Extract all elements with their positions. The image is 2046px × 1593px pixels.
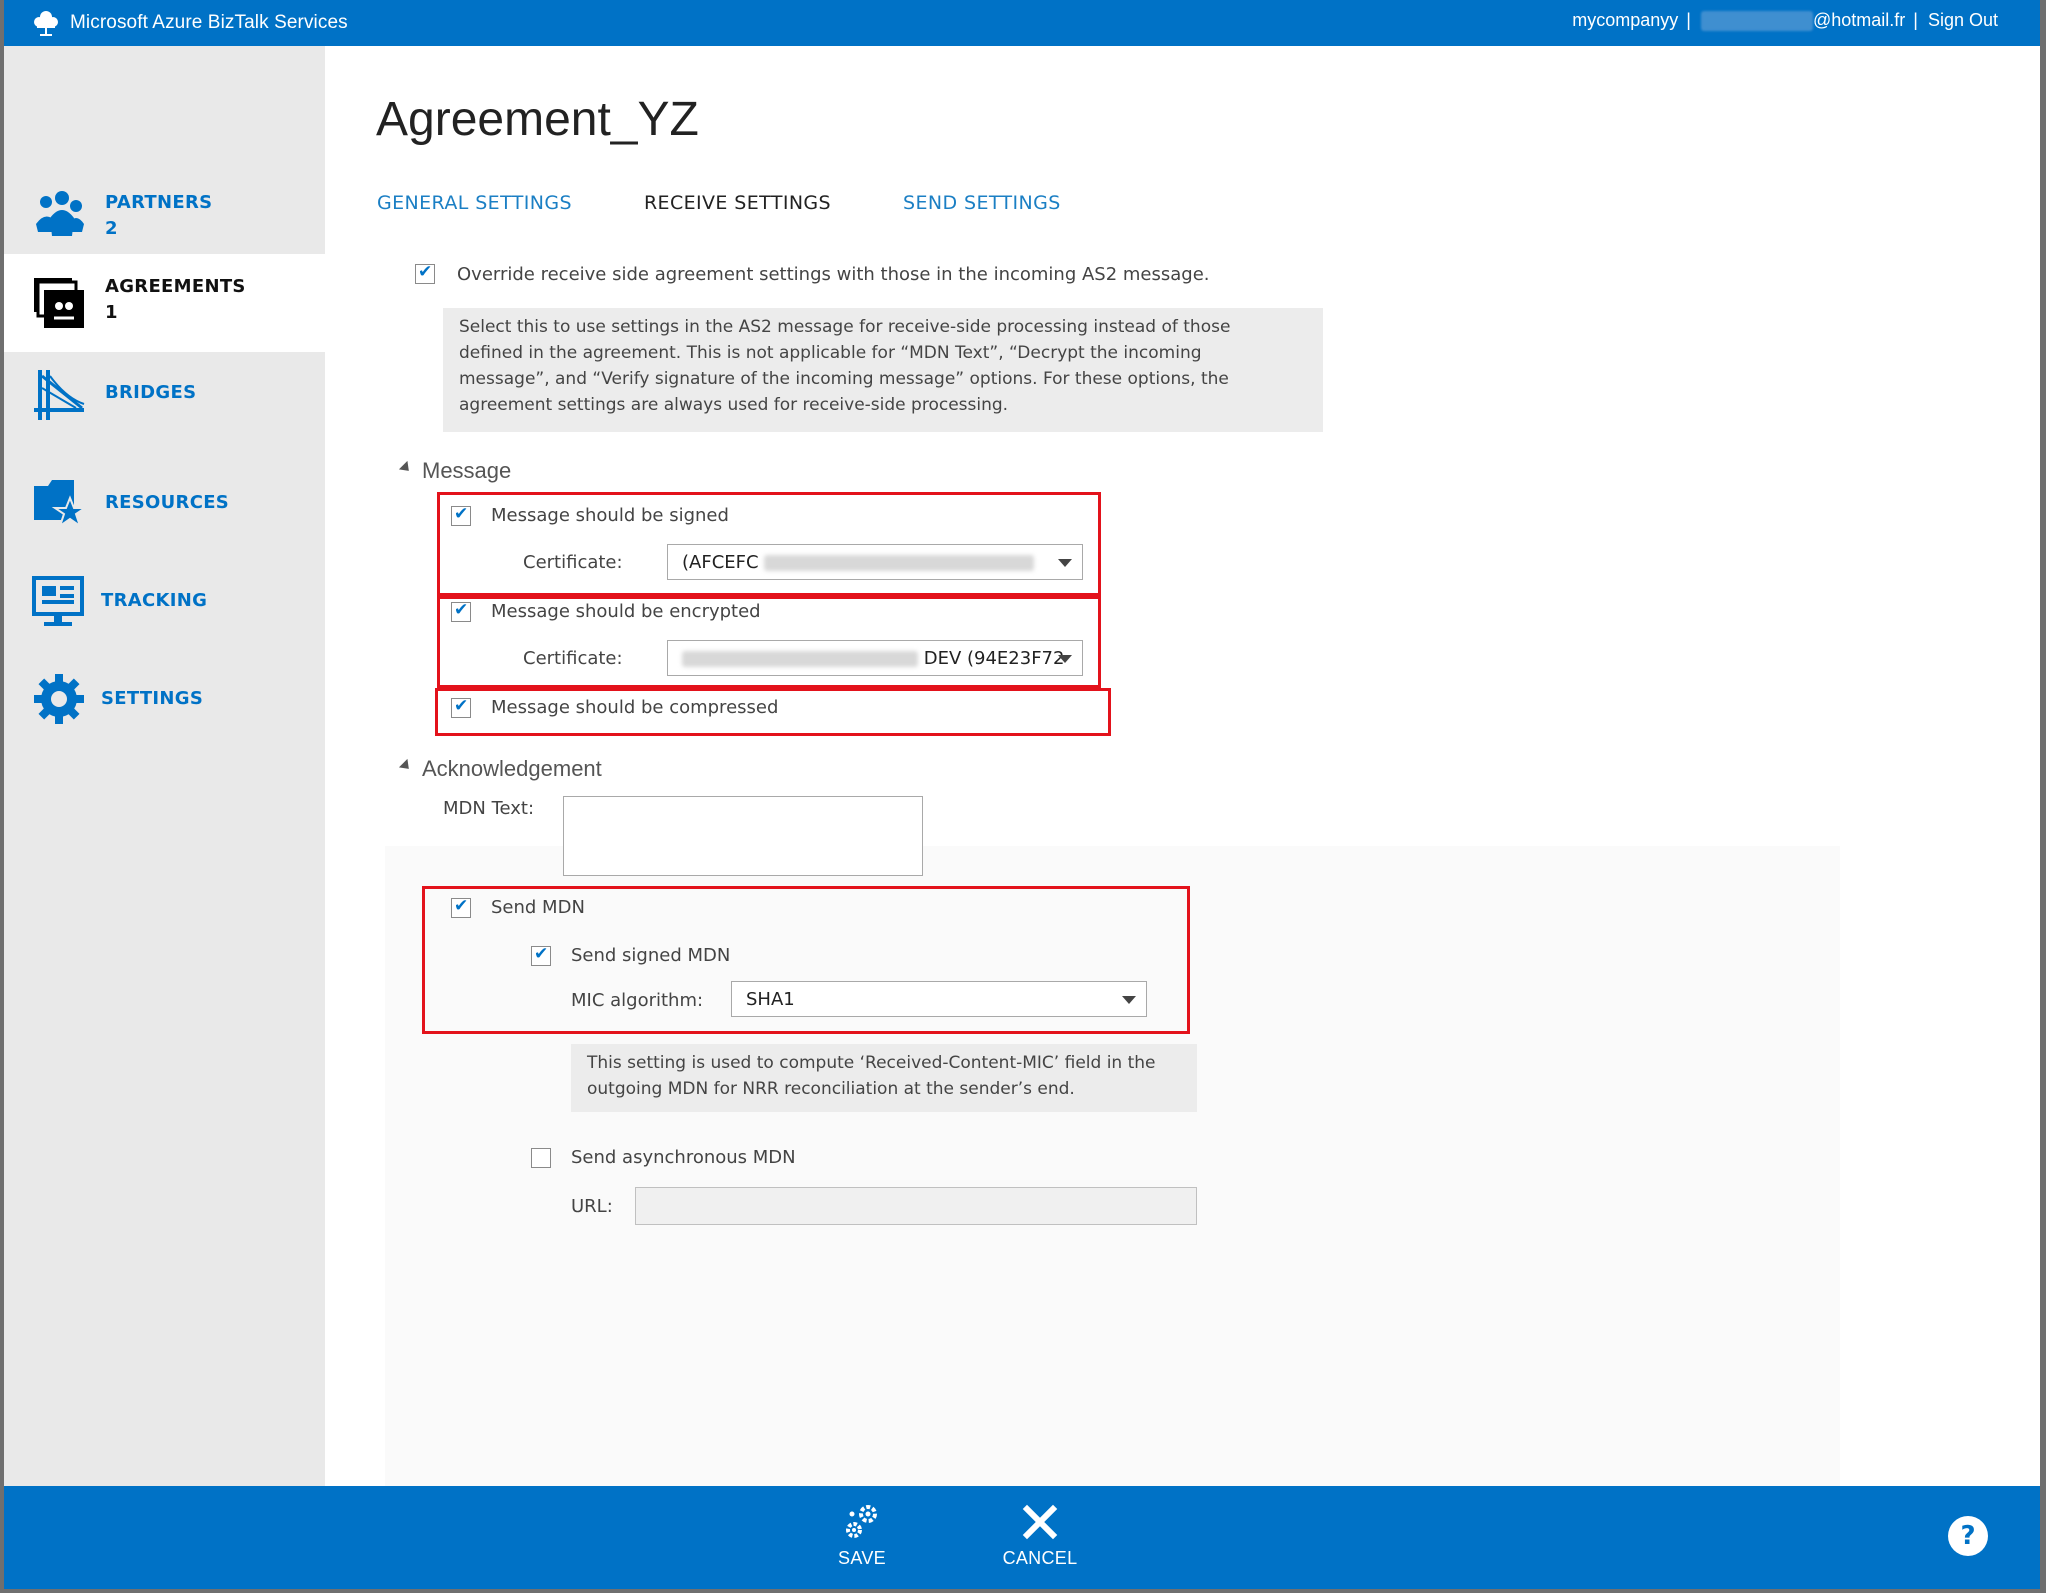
mic-info-line: outgoing MDN for NRR reconciliation at t… (587, 1079, 1075, 1099)
page-title: Agreement_YZ (376, 93, 699, 146)
mic-algorithm-select[interactable]: SHA1 (731, 981, 1147, 1017)
sign-out-link[interactable]: Sign Out (1928, 10, 1998, 31)
tab-general-settings[interactable]: GENERAL SETTINGS (377, 192, 572, 214)
sidebar-item-resources[interactable]: RESOURCES (4, 462, 325, 560)
save-gears-icon (846, 1505, 877, 1538)
account-separator: | (1686, 10, 1691, 30)
top-bar: Microsoft Azure BizTalk Services mycompa… (4, 0, 2040, 46)
override-info-line: message”, and “Verify signature of the i… (459, 369, 1229, 389)
sidebar-item-label: RESOURCES (105, 492, 230, 513)
tab-send-settings[interactable]: SEND SETTINGS (903, 192, 1061, 214)
message-signed-checkbox[interactable] (451, 504, 471, 526)
mic-algorithm-value: SHA1 (746, 989, 795, 1010)
message-encrypted-checkbox[interactable] (451, 600, 471, 622)
signed-certificate-value: (AFCEFC (682, 552, 759, 573)
partners-icon (36, 191, 84, 236)
app-window: Microsoft Azure BizTalk Services mycompa… (4, 0, 2040, 1589)
save-button[interactable]: SAVE (802, 1504, 922, 1569)
mdn-text-input[interactable] (563, 796, 923, 876)
mic-info-box: This setting is used to compute ‘Receive… (571, 1044, 1197, 1112)
chevron-down-icon (1122, 996, 1136, 1004)
collapse-triangle-icon[interactable] (398, 758, 414, 774)
acknowledgement-section-title[interactable]: Acknowledgement (422, 756, 602, 782)
send-signed-mdn-checkbox[interactable] (531, 944, 551, 966)
chevron-down-icon (1058, 559, 1072, 567)
account-name: mycompanyy (1572, 10, 1679, 30)
agreements-icon (34, 278, 84, 328)
redacted-text (764, 555, 1035, 571)
settings-tabs: GENERAL SETTINGS RECEIVE SETTINGS SEND S… (377, 192, 1133, 214)
azure-cloud-logo-icon (34, 11, 58, 36)
app-title: Microsoft Azure BizTalk Services (70, 12, 348, 33)
brand[interactable]: Microsoft Azure BizTalk Services (30, 8, 348, 38)
chevron-down-icon (1058, 655, 1072, 663)
override-info-line: agreement settings are always used for r… (459, 395, 1009, 415)
signed-certificate-label: Certificate: (523, 552, 623, 573)
override-info-line: Select this to use settings in the AS2 m… (459, 317, 1231, 337)
cancel-label: CANCEL (1002, 1548, 1078, 1568)
tracking-icon (32, 576, 84, 626)
cancel-button[interactable]: CANCEL (980, 1504, 1100, 1569)
settings-icon (34, 674, 84, 724)
tab-receive-settings[interactable]: RECEIVE SETTINGS (644, 192, 831, 214)
message-encrypted-label: Message should be encrypted (491, 601, 761, 622)
sidebar-item-tracking[interactable]: TRACKING (4, 560, 325, 658)
close-icon (1022, 1504, 1058, 1540)
bridges-icon (34, 370, 85, 420)
send-mdn-checkbox[interactable] (451, 896, 471, 918)
override-info-box: Select this to use settings in the AS2 m… (443, 308, 1323, 432)
override-info-line: defined in the agreement. This is not ap… (459, 343, 1202, 363)
mdn-text-label: MDN Text: (443, 798, 535, 819)
resources-icon (34, 480, 86, 529)
sidebar-item-bridges[interactable]: BRIDGES (4, 352, 325, 450)
sidebar-item-label: PARTNERS (105, 192, 213, 213)
save-label: SAVE (838, 1548, 886, 1568)
sidebar-item-label: BRIDGES (105, 382, 197, 403)
sidebar-item-label: SETTINGS (101, 688, 204, 709)
sidebar-item-label: TRACKING (101, 590, 208, 611)
sidebar-item-count: 2 (105, 218, 118, 239)
main-content: Agreement_YZ GENERAL SETTINGS RECEIVE SE… (325, 46, 2040, 1486)
send-async-mdn-label: Send asynchronous MDN (571, 1147, 796, 1168)
override-checkbox[interactable] (415, 262, 435, 284)
mic-algorithm-label: MIC algorithm: (571, 990, 704, 1011)
sidebar: PARTNERS 2 AGREEMENTS 1 BRIDGES RESOURCE… (4, 46, 325, 1486)
command-bar: SAVE CANCEL ? (4, 1486, 2040, 1589)
url-label: URL: (571, 1196, 613, 1217)
account-email-redacted (1700, 10, 1813, 31)
mic-info-line: This setting is used to compute ‘Receive… (587, 1053, 1156, 1073)
sidebar-item-count: 1 (105, 302, 118, 323)
url-input[interactable] (635, 1187, 1197, 1225)
encrypted-certificate-select[interactable]: DEV (94E23F72 (667, 640, 1083, 676)
sidebar-item-agreements[interactable]: AGREEMENTS 1 (4, 254, 325, 352)
send-async-mdn-checkbox[interactable] (531, 1148, 551, 1168)
signed-certificate-select[interactable]: (AFCEFC (667, 544, 1083, 580)
account-email-domain: @hotmail.fr (1812, 10, 1906, 30)
override-label: Override receive side agreement settings… (457, 264, 1210, 285)
collapse-triangle-icon[interactable] (398, 460, 414, 476)
send-mdn-label: Send MDN (491, 897, 585, 918)
message-compressed-label: Message should be compressed (491, 697, 779, 718)
message-compressed-checkbox[interactable] (451, 696, 471, 718)
redacted-text (682, 651, 918, 667)
message-signed-label: Message should be signed (491, 505, 729, 526)
sidebar-item-label: AGREEMENTS (105, 276, 246, 297)
sidebar-item-settings[interactable]: SETTINGS (4, 658, 325, 756)
signout-separator: | (1913, 10, 1918, 30)
message-section-title[interactable]: Message (422, 458, 511, 484)
send-signed-mdn-label: Send signed MDN (571, 945, 731, 966)
account-area: mycompanyy | @hotmail.fr | Sign Out (1572, 10, 1998, 31)
encrypted-certificate-label: Certificate: (523, 648, 623, 669)
help-button[interactable]: ? (1948, 1516, 1988, 1556)
encrypted-certificate-value: DEV (94E23F72 (923, 648, 1065, 669)
